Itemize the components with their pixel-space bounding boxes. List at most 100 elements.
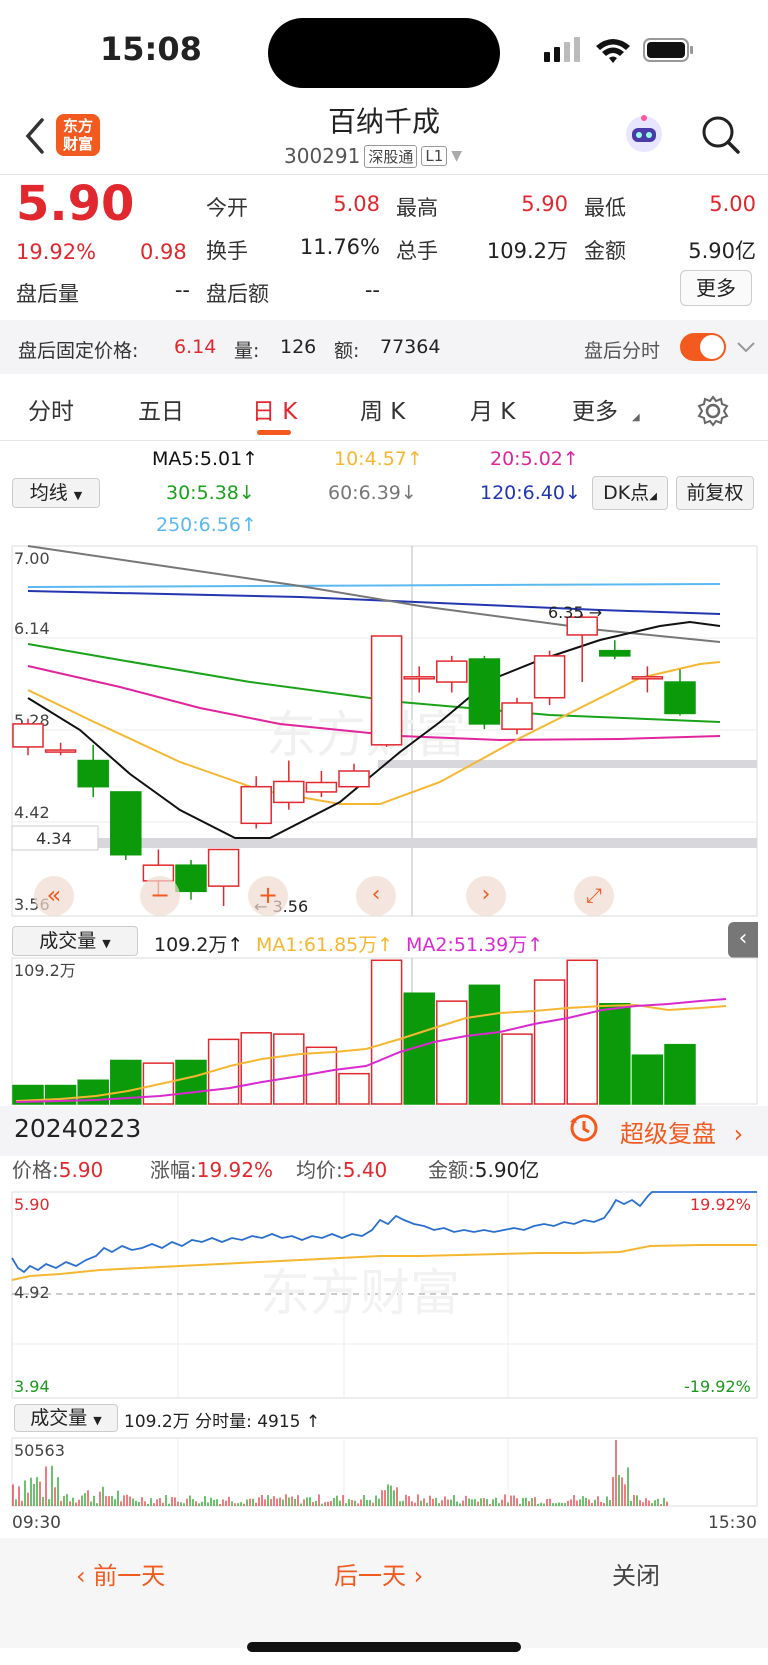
robot-assistant-icon[interactable] [622,112,666,156]
amount-label: 金额 [584,239,626,263]
ma60-value: 60:6.39↓ [328,482,417,504]
more-caret-icon: ◢ [632,412,640,423]
ma250-value: 250:6.56↑ [156,514,257,536]
candle [110,791,142,856]
ma30-value: 30:5.38↓ [166,482,255,504]
volume-bar [533,979,566,1105]
volume-bar [175,1059,207,1105]
candle [664,681,696,715]
adjust-button[interactable]: 前复权 [676,476,754,510]
volume-bar [436,1000,468,1105]
divider [0,174,768,175]
super-replay-button[interactable]: 超级复盘 › [620,1114,743,1149]
indicator-select[interactable]: 均线 ▼ [12,478,100,508]
prev-day-button[interactable]: ‹ 前一天 [76,1556,165,1591]
intraday-pct-top: 19.92% [690,1195,751,1214]
amount-value: 5.90亿 [688,239,756,263]
after-hours-amt-label: 额: [334,340,360,362]
candle [501,702,533,730]
collapse-panel-icon[interactable]: ‹ [728,922,758,958]
open-label: 今开 [206,196,248,220]
tab-five-day[interactable]: 五日 [138,392,184,426]
volume-value: 109.2万 [486,239,568,263]
y-label-7-00: 7.00 [14,549,50,568]
candle [77,759,109,788]
volume-ma2: MA2:51.39万↑ [406,934,544,956]
zoom-out-icon[interactable]: − [140,876,180,916]
intraday-y-top: 5.90 [14,1195,50,1214]
divider [0,440,768,441]
ma20-value: 20:5.02↑ [490,448,579,470]
candle [599,649,631,657]
volume-bar [468,984,501,1105]
y-label-4-42: 4.42 [14,803,50,822]
dynamic-island [268,18,500,88]
move-right-icon[interactable]: › [466,876,506,916]
active-tab-indicator [257,430,291,435]
volume-chart[interactable]: 109.2万 [0,956,768,1106]
low-value: 5.00 [709,192,756,216]
volume-value: 109.2万↑ [154,934,244,956]
status-time: 15:08 [100,30,202,68]
period-tabs: 分时 五日 日 K 周 K 月 K 更多 [0,382,768,438]
after-hours-toggle-label: 盘后分时 [584,340,661,362]
volume-bar [599,1003,631,1105]
search-icon[interactable] [700,114,742,156]
tab-intraday[interactable]: 分时 [28,392,74,426]
selected-date: 20240223 [14,1114,142,1143]
high-label: 最高 [396,196,438,220]
intraday-volume-chart[interactable]: 50563 09:30 15:30 [0,1436,768,1536]
dropdown-icon[interactable]: ▼ [451,148,462,164]
volume-bar [631,1054,664,1105]
volume-bar [664,1043,696,1105]
tab-daily-k[interactable]: 日 K [252,392,297,426]
intraday-volume-max: 50563 [14,1441,65,1460]
chevron-down-icon[interactable] [736,340,756,354]
history-icon[interactable] [568,1112,600,1144]
volume-bar [370,959,403,1105]
zoom-in-icon[interactable]: + [248,876,288,916]
move-left-icon[interactable]: ‹ [356,876,396,916]
home-indicator [247,1642,521,1652]
tab-weekly-k[interactable]: 周 K [360,392,405,426]
volume-indicator-select[interactable]: 成交量 ▼ [12,926,138,956]
tab-monthly-k[interactable]: 月 K [470,392,515,426]
candle [370,635,403,746]
intraday-volume-text: 109.2万 分时量: 4915 ↑ [124,1412,321,1432]
kline-chart[interactable]: 东方财富 7.00 6.14 5.28 4.42 3.56 4.34 6.35 … [0,542,768,922]
ma10-value: 10:4.57↑ [334,448,423,470]
watermark: 东方财富 [260,1264,460,1322]
intraday-avg: 均价:5.40 [296,1158,388,1182]
dk-point-button[interactable]: DK点◢ [592,476,668,510]
intraday-volume-select[interactable]: 成交量 ▼ [14,1404,118,1432]
watermark: 东方财富 [266,706,466,764]
last-price: 5.90 [16,176,135,232]
after-hours-toggle[interactable] [680,333,726,361]
volume-max-label: 109.2万 [14,961,76,980]
wifi-icon [596,39,630,63]
next-day-button[interactable]: 后一天 › [334,1556,423,1591]
candle [468,658,501,725]
fullscreen-icon[interactable]: ⤢ [574,876,614,916]
volume-ma1: MA1:61.85万↑ [256,934,394,956]
time-end: 15:30 [708,1513,757,1533]
candle [207,848,240,887]
turnover-value: 11.76% [299,235,380,259]
rewind-icon[interactable]: « [34,876,74,916]
intraday-pct-bot: -19.92% [684,1377,751,1396]
volume-bar [240,1032,272,1105]
volume-bar [338,1072,370,1105]
low-label: 最低 [584,196,626,220]
after-hours-amt: 77364 [380,336,441,358]
more-button[interactable]: 更多 [680,270,752,306]
after-hours-qty: 126 [280,336,317,358]
close-button[interactable]: 关闭 [612,1556,660,1591]
candle [44,749,77,753]
settings-gear-icon[interactable] [696,394,730,428]
candle [403,676,435,680]
candle [240,785,272,825]
candle [175,864,207,893]
high-value: 5.90 [521,192,568,216]
intraday-chart[interactable]: 东方财富 5.90 4.92 3.94 19.92% -19.92% [0,1190,768,1400]
tab-more[interactable]: 更多 [572,392,618,426]
